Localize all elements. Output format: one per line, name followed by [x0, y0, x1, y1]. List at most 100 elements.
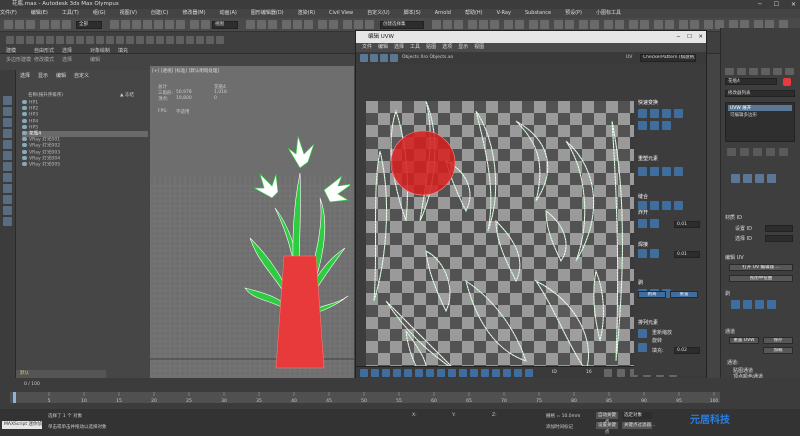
minimize-icon[interactable]: ─ [758, 0, 762, 9]
explorer-filter-icon[interactable] [3, 118, 12, 127]
visibility-eye-icon[interactable] [22, 118, 27, 123]
ribbon-tab-3[interactable]: 对象绘制 [90, 47, 110, 54]
explorer-row[interactable]: VRay 灯光002 [22, 143, 148, 149]
set-key-button[interactable]: 设置关键点 [596, 422, 618, 435]
uv-canvas[interactable] [366, 101, 638, 391]
ribbon-panel-2[interactable]: 选择 [62, 56, 72, 63]
toolbar-tool-icon[interactable] [143, 20, 152, 29]
section-material-id[interactable]: 材质 ID [725, 214, 742, 221]
visibility-eye-icon[interactable] [22, 143, 27, 148]
layer-field[interactable]: 默认 [16, 370, 106, 378]
uv-menu-4[interactable]: 贴图 [426, 43, 436, 52]
toolbar-tool-icon[interactable] [15, 20, 24, 29]
peel-tool-icon[interactable] [743, 300, 752, 309]
menu-item-1[interactable]: 编辑(E) [31, 9, 48, 18]
ribbon-tool-icon[interactable] [86, 36, 94, 44]
section-channel[interactable]: 通道 [725, 328, 735, 335]
menu-item-2[interactable]: 工具(T) [62, 9, 79, 18]
uv-tool-icon[interactable] [437, 369, 445, 377]
section-edit-uv[interactable]: 编辑 UV [725, 254, 744, 261]
toolbar-tool-icon[interactable] [257, 20, 266, 29]
visibility-eye-icon[interactable] [22, 124, 27, 129]
uv-panel-tool-icon[interactable] [662, 201, 671, 210]
ribbon-tool-icon[interactable] [96, 36, 104, 44]
explorer-filter-icon[interactable] [3, 140, 12, 149]
stitch-threshold-field[interactable]: 0.01 [674, 251, 700, 258]
save-button[interactable]: 保存 [763, 337, 793, 344]
toolbar-tool-icon[interactable] [329, 20, 338, 29]
uv-menu-6[interactable]: 显示 [458, 43, 468, 52]
ribbon-tool-icon[interactable] [6, 36, 14, 44]
explorer-row[interactable]: VRay 灯光003 [22, 149, 148, 156]
explorer-filter-icon[interactable] [3, 162, 12, 171]
close-icon[interactable]: ✕ [791, 0, 796, 9]
uv-panel-tool-icon[interactable] [638, 343, 647, 352]
menu-item-10[interactable]: Civil View [329, 9, 353, 18]
weld-threshold-field[interactable]: 0.01 [674, 221, 700, 228]
command-tab-icon[interactable] [725, 68, 734, 75]
selection-mode-icon[interactable] [755, 174, 764, 183]
menu-item-3[interactable]: 组(G) [93, 9, 106, 18]
ribbon-tool-icon[interactable] [166, 36, 174, 44]
ribbon-tool-icon[interactable] [16, 36, 24, 44]
toolbar-tool-icon[interactable] [154, 20, 163, 29]
explorer-filter-icon[interactable] [3, 195, 12, 204]
uv-menu-2[interactable]: 选择 [394, 43, 404, 52]
toolbar-tool-icon[interactable] [579, 20, 588, 29]
menu-item-0[interactable]: 文件(F) [0, 9, 17, 18]
explorer-row[interactable]: HP4 [22, 118, 148, 125]
toolbar-tool-icon[interactable] [201, 20, 210, 29]
uv-tool-icon[interactable] [393, 369, 401, 377]
toolbar-tool-icon[interactable] [640, 20, 649, 29]
stack-tool-icon[interactable] [740, 148, 749, 156]
object-color-swatch[interactable] [783, 78, 791, 86]
ribbon-tool-icon[interactable] [186, 36, 194, 44]
toolbar-tool-icon[interactable] [590, 20, 599, 29]
toolbar-tool-icon[interactable] [515, 20, 524, 29]
uv-panel-tool-icon[interactable] [674, 167, 683, 176]
selection-set-dropdown[interactable]: 创建选择集 [380, 21, 424, 29]
uv-tool-icon[interactable] [492, 369, 500, 377]
uv-panel-tool-icon[interactable] [638, 219, 647, 228]
uv-tool-icon[interactable] [426, 369, 434, 377]
uv-tool-icon[interactable] [371, 369, 379, 377]
toolbar-tool-icon[interactable] [432, 20, 441, 29]
toolbar-tool-icon[interactable] [604, 20, 613, 29]
menu-item-13[interactable]: Arnold [435, 9, 451, 18]
uv-panel-tool-icon[interactable] [650, 201, 659, 210]
uv-panel-tool-icon[interactable] [638, 121, 647, 130]
load-button[interactable]: 加载 [763, 347, 793, 354]
selection-mode-icon[interactable] [731, 174, 740, 183]
toolbar-tool-icon[interactable] [165, 20, 174, 29]
explorer-row[interactable]: HP5 [22, 124, 148, 131]
perspective-viewport[interactable]: [+] [透视] [标准] [默认明暗处理] 总计 花瓶4 三角形: 50,97… [150, 66, 354, 378]
visibility-eye-icon[interactable] [22, 106, 27, 111]
explorer-row[interactable]: HP1 [22, 100, 148, 106]
explorer-filter-icon[interactable] [3, 206, 12, 215]
toolbar-tool-icon[interactable] [365, 20, 374, 29]
uv-panel-tool-icon[interactable] [650, 167, 659, 176]
timeline-slider[interactable] [13, 392, 16, 403]
command-tab-icon[interactable] [737, 68, 746, 75]
toolbar-tool-icon[interactable] [504, 20, 513, 29]
explorer-row[interactable]: VRay 灯光001 [22, 137, 148, 143]
uv-tool-icon[interactable] [481, 369, 489, 377]
toolbar-tool-icon[interactable] [354, 20, 363, 29]
ribbon-tool-icon[interactable] [206, 36, 214, 44]
peel-tool-icon[interactable] [767, 300, 776, 309]
uv-section-title-2[interactable]: 缝合 [638, 193, 648, 200]
uv-panel-tool-icon[interactable] [638, 329, 647, 338]
menu-item-8[interactable]: 图形编辑器(D) [251, 9, 284, 18]
reset-peel-button[interactable]: 重置 [670, 291, 698, 298]
visibility-eye-icon[interactable] [22, 112, 27, 117]
toolbar-tool-icon[interactable] [40, 20, 49, 29]
menu-item-6[interactable]: 修改器(M) [182, 9, 205, 18]
explorer-row[interactable]: HP2 [22, 106, 148, 112]
toolbar-tool-icon[interactable] [132, 20, 141, 29]
ribbon-tool-icon[interactable] [66, 36, 74, 44]
visibility-eye-icon[interactable] [22, 155, 27, 160]
selection-mode-icon[interactable] [767, 174, 776, 183]
uv-panel-tool-icon[interactable] [674, 201, 683, 210]
toolbar-tool-icon[interactable] [454, 20, 463, 29]
command-tab-icon[interactable] [773, 68, 782, 75]
